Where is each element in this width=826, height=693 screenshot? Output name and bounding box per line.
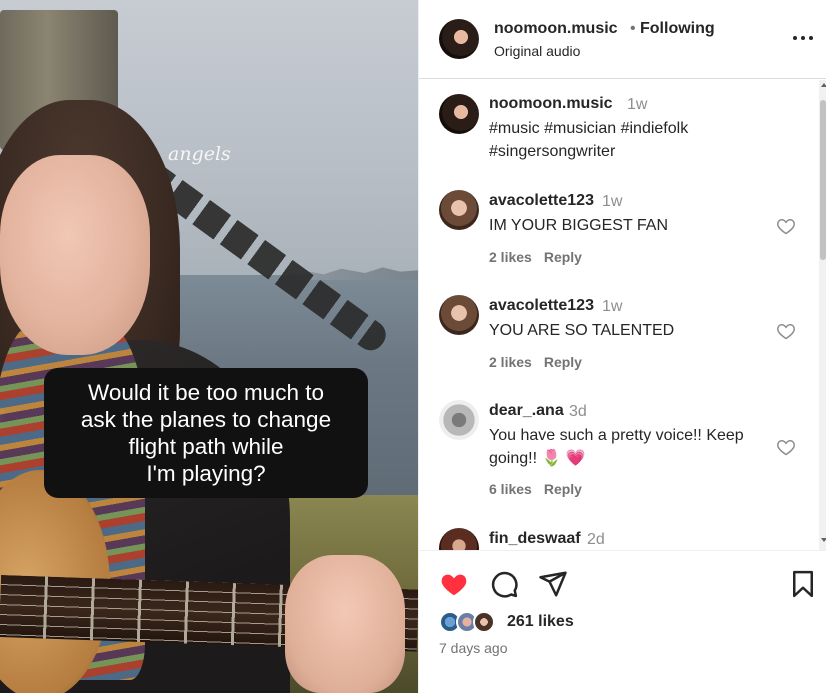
caption-hashtags-line-1[interactable]: #music #musician #indiefolk: [489, 117, 774, 140]
scrollbar-thumb[interactable]: [820, 100, 826, 260]
commenter-username[interactable]: fin_deswaaf: [489, 530, 581, 548]
post-sidebar: noomoon.music • Following Original audio…: [418, 0, 826, 693]
avatar: [473, 611, 495, 633]
commenter-avatar[interactable]: [439, 400, 479, 440]
author-username[interactable]: noomoon.music: [494, 20, 618, 38]
caption-avatar[interactable]: [439, 94, 479, 134]
person-face: [0, 155, 150, 355]
heart-outline-icon[interactable]: [776, 437, 796, 457]
commenter-avatar[interactable]: [439, 295, 479, 335]
comment-text: YOU ARE SO TALENTED: [489, 322, 675, 339]
post-media[interactable]: angels Would it be too much to ask the p…: [0, 0, 418, 693]
comment-likes[interactable]: 6 likes: [489, 481, 532, 497]
post-actions: 261 likes 7 days ago: [419, 550, 826, 693]
reply-button[interactable]: Reply: [544, 481, 582, 497]
commenter-username[interactable]: avacolette123: [489, 192, 594, 210]
comment-meta: 2 likes Reply: [489, 249, 582, 265]
comment-time: 1w: [602, 193, 623, 210]
video-watermark: angels: [168, 143, 231, 165]
video-caption-overlay: Would it be too much to ask the planes t…: [44, 368, 368, 498]
caption-hashtags-line-2[interactable]: #singersongwriter: [489, 140, 774, 163]
comments-list: noomoon.music 1w #music #musician #indie…: [419, 80, 826, 550]
heart-filled-icon[interactable]: [439, 569, 469, 599]
comment-time: 3d: [569, 403, 587, 420]
commenter-avatar[interactable]: [439, 528, 479, 550]
caption-username[interactable]: noomoon.music: [489, 95, 613, 113]
scroll-up-arrow-icon[interactable]: [821, 83, 826, 87]
scroll-down-arrow-icon[interactable]: [821, 538, 826, 542]
header-separator: •: [630, 20, 636, 37]
comment-time: 1w: [602, 298, 623, 315]
comment-text: IM YOUR BIGGEST FAN: [489, 217, 668, 234]
commenter-username[interactable]: avacolette123: [489, 297, 594, 315]
more-options-icon[interactable]: [791, 30, 815, 46]
commenter-avatar[interactable]: [439, 190, 479, 230]
reply-button[interactable]: Reply: [544, 354, 582, 370]
audio-link[interactable]: Original audio: [494, 43, 580, 59]
comment-meta: 2 likes Reply: [489, 354, 582, 370]
bookmark-icon[interactable]: [788, 569, 818, 599]
post-time-ago[interactable]: 7 days ago: [439, 640, 508, 656]
post-header: noomoon.music • Following Original audio: [419, 0, 826, 79]
comment-time: 2d: [587, 531, 605, 548]
likes-count[interactable]: 261 likes: [507, 613, 574, 631]
comment-likes[interactable]: 2 likes: [489, 249, 532, 265]
caption-time: 1w: [627, 96, 648, 113]
commenter-username[interactable]: dear_.ana: [489, 402, 564, 420]
author-avatar[interactable]: [439, 19, 479, 59]
comment-text: You have such a pretty voice!! Keep goin…: [489, 427, 744, 467]
share-icon[interactable]: [538, 569, 568, 599]
following-button[interactable]: Following: [640, 20, 715, 38]
reply-button[interactable]: Reply: [544, 249, 582, 265]
heart-outline-icon[interactable]: [776, 321, 796, 341]
person-hand: [285, 555, 405, 693]
heart-outline-icon[interactable]: [776, 216, 796, 236]
comment-meta: 6 likes Reply: [489, 481, 582, 497]
comment-likes[interactable]: 2 likes: [489, 354, 532, 370]
comment-icon[interactable]: [489, 569, 519, 599]
